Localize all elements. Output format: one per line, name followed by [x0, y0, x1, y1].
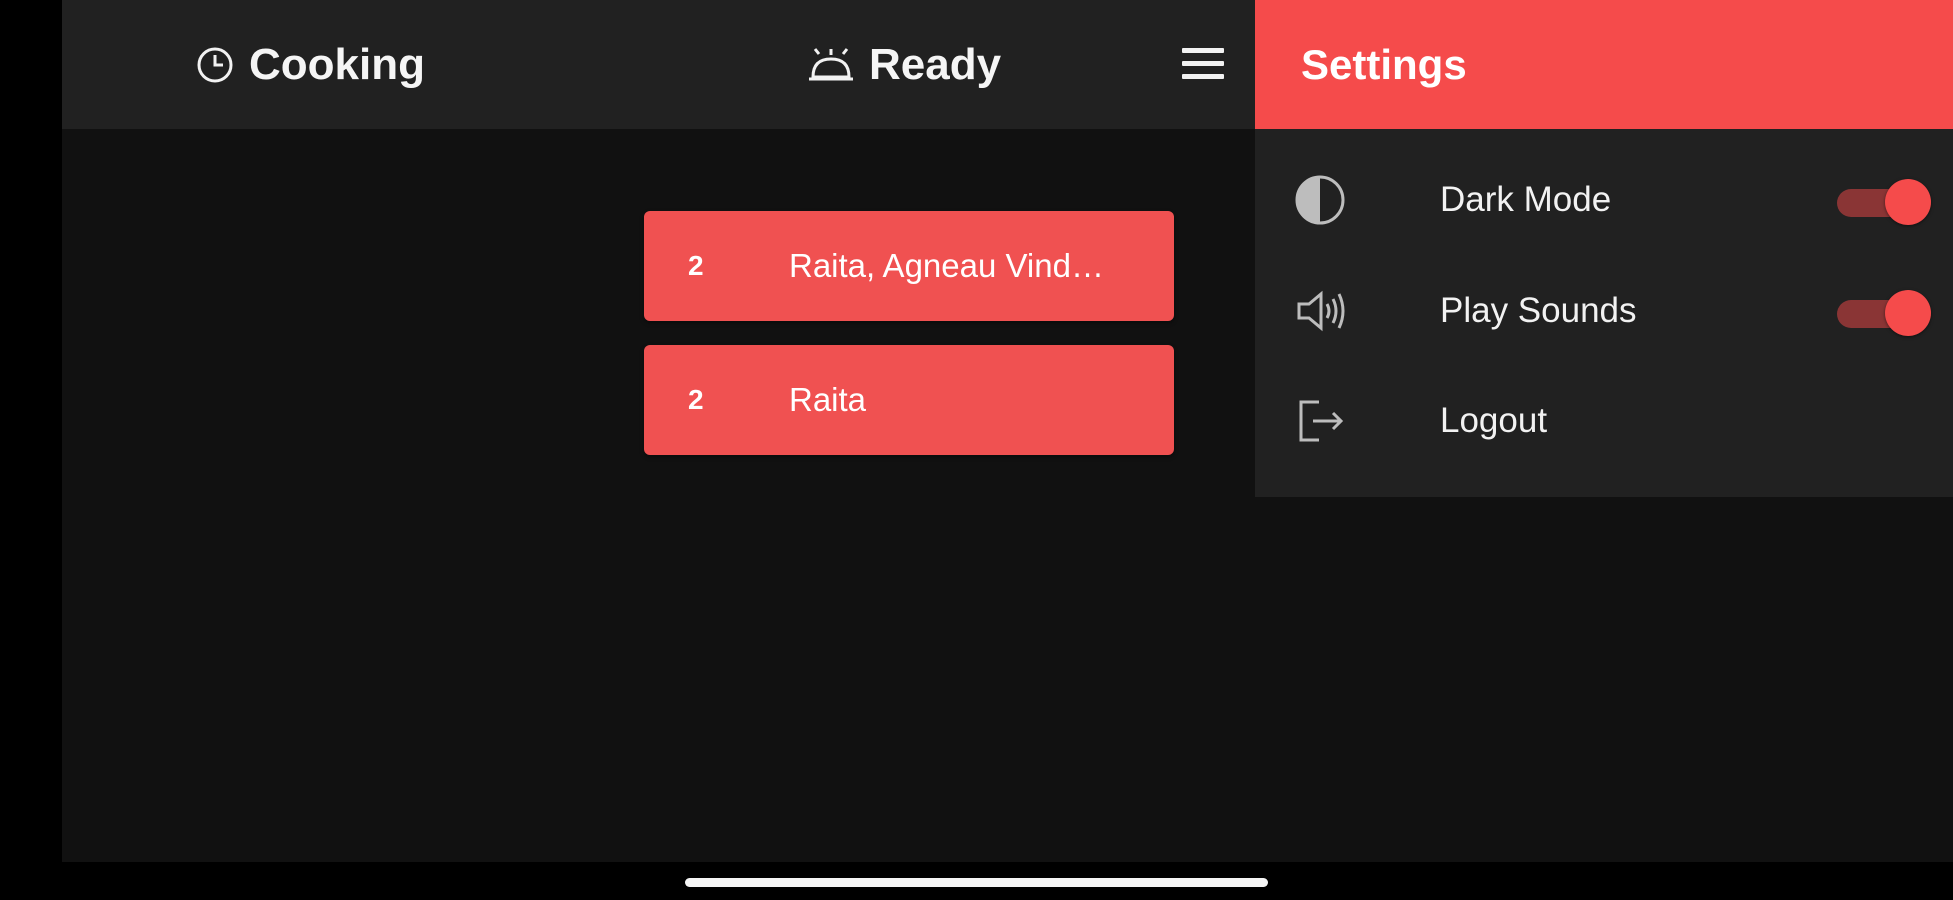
- speaker-icon: [1297, 290, 1345, 332]
- tab-ready[interactable]: Ready: [807, 0, 1001, 129]
- play-sounds-label: Play Sounds: [1440, 291, 1637, 330]
- toggle-knob: [1885, 179, 1931, 225]
- top-nav-bar: Cooking Ready: [62, 0, 1255, 129]
- logout-icon: [1299, 400, 1344, 442]
- order-card[interactable]: 2 Raita, Agneau Vind…: [644, 211, 1174, 321]
- order-items: Raita, Agneau Vind…: [789, 247, 1104, 284]
- order-quantity: 2: [688, 250, 704, 281]
- tab-cooking-label: Cooking: [249, 39, 425, 89]
- settings-header: Settings: [1255, 0, 1953, 129]
- order-card[interactable]: 2 Raita: [644, 345, 1174, 455]
- dark-mode-label: Dark Mode: [1440, 180, 1612, 219]
- settings-panel: Settings Dark Mode Play Sounds Logout: [1255, 0, 1953, 497]
- app-screen: Cooking Ready 2 Raita, Agneau Vind… 2 Ra…: [62, 0, 1953, 862]
- contrast-icon: [1295, 175, 1345, 225]
- toggle-knob: [1885, 290, 1931, 336]
- play-sounds-toggle[interactable]: [1837, 290, 1931, 336]
- logout-label: Logout: [1440, 401, 1548, 440]
- hamburger-menu-icon[interactable]: [1180, 44, 1226, 84]
- order-items: Raita: [789, 381, 867, 418]
- setting-logout[interactable]: Logout: [1255, 366, 1953, 476]
- tab-cooking[interactable]: Cooking: [195, 0, 425, 129]
- dark-mode-toggle[interactable]: [1837, 179, 1931, 225]
- settings-title: Settings: [1301, 41, 1467, 88]
- order-quantity: 2: [688, 384, 704, 415]
- setting-dark-mode[interactable]: Dark Mode: [1255, 145, 1953, 255]
- home-indicator[interactable]: [685, 878, 1268, 887]
- clock-icon: [197, 47, 233, 82]
- bell-icon: [809, 47, 853, 80]
- setting-play-sounds[interactable]: Play Sounds: [1255, 256, 1953, 366]
- tab-ready-label: Ready: [869, 39, 1002, 89]
